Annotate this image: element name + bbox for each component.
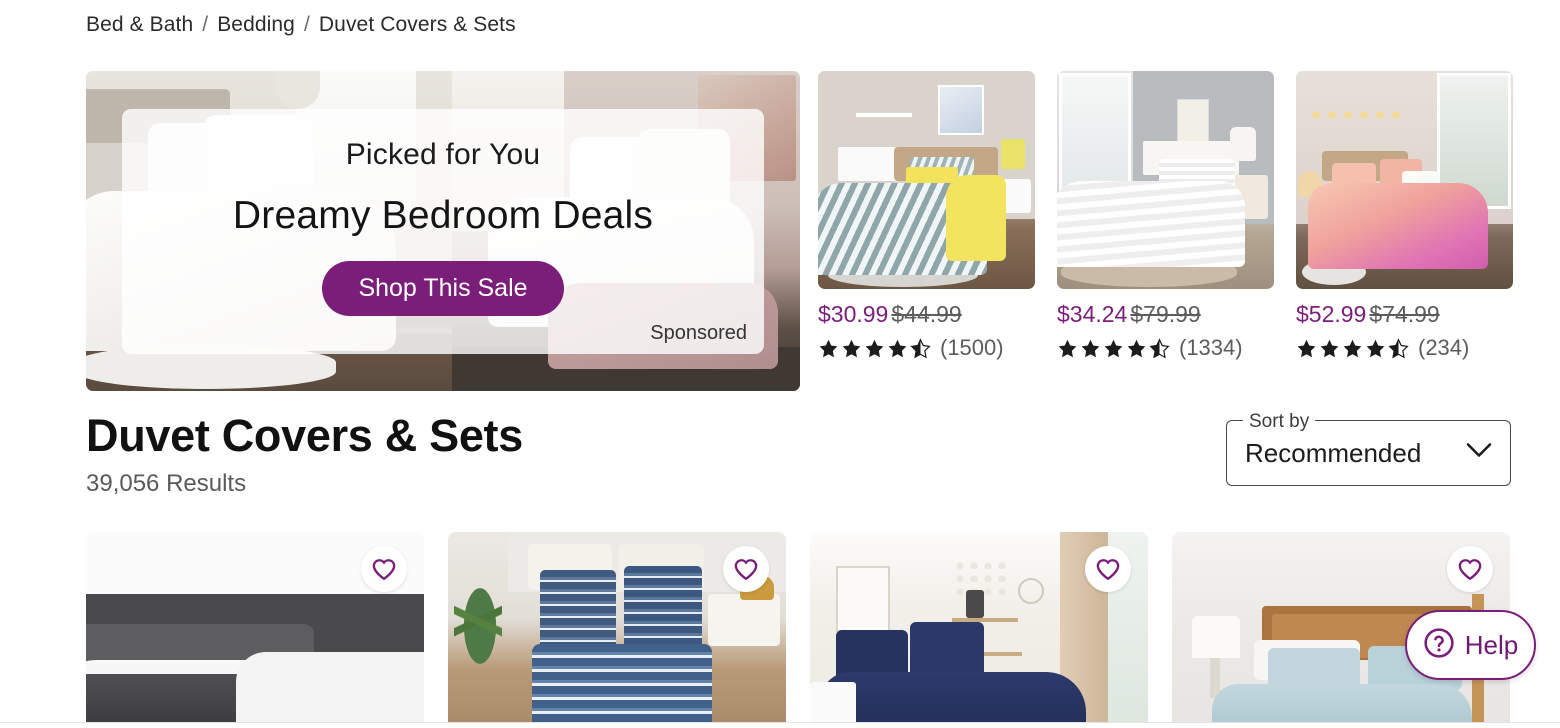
review-count: (1500) xyxy=(940,335,1004,360)
hero-title: Dreamy Bedroom Deals xyxy=(232,194,654,237)
breadcrumb-item-duvet-covers-sets[interactable]: Duvet Covers & Sets xyxy=(319,13,516,36)
star-icon xyxy=(1296,338,1317,359)
star-icon xyxy=(1342,338,1363,359)
half-star-icon xyxy=(1388,337,1409,359)
star-icon xyxy=(1057,338,1078,359)
price-row: $52.99 $74.99 xyxy=(1296,301,1513,328)
sort-by-label: Sort by xyxy=(1243,411,1316,433)
breadcrumb-item-bedding[interactable]: Bedding xyxy=(217,13,295,36)
sponsored-hero-banner[interactable]: Picked for You Dreamy Bedroom Deals Shop… xyxy=(86,71,800,391)
star-icon xyxy=(818,338,839,359)
shop-this-sale-button[interactable]: Shop This Sale xyxy=(322,261,564,316)
question-circle-icon xyxy=(1423,627,1455,664)
sale-price: $30.99 xyxy=(818,301,889,327)
half-star-icon xyxy=(1149,337,1170,359)
heart-icon xyxy=(1096,559,1120,581)
breadcrumb: Bed & Bath / Bedding / Duvet Covers & Sets xyxy=(86,13,516,37)
favorite-heart-button[interactable] xyxy=(1085,546,1131,592)
chevron-down-icon[interactable] xyxy=(1466,443,1492,464)
sponsored-product-list: $30.99 $44.99 (1500) $34.24 $79.99 (1334… xyxy=(818,71,1513,361)
sale-price: $34.24 xyxy=(1057,301,1128,327)
grid-product-card[interactable] xyxy=(810,532,1148,728)
heart-icon xyxy=(734,559,758,581)
product-grid xyxy=(86,532,1510,728)
star-rating xyxy=(1057,337,1172,359)
half-star-icon xyxy=(910,337,931,359)
sponsored-product-card[interactable]: $52.99 $74.99 (234) xyxy=(1296,71,1513,361)
star-icon xyxy=(1103,338,1124,359)
page-bottom-edge xyxy=(0,722,1560,728)
product-image[interactable] xyxy=(818,71,1035,289)
star-icon xyxy=(864,338,885,359)
results-count: 39,056 Results xyxy=(86,470,247,497)
original-price: $74.99 xyxy=(1369,301,1440,327)
original-price: $79.99 xyxy=(1130,301,1201,327)
rating-row: (234) xyxy=(1296,335,1513,361)
grid-product-card[interactable] xyxy=(86,532,424,728)
rating-row: (1500) xyxy=(818,335,1035,361)
heart-icon xyxy=(372,559,396,581)
product-image[interactable] xyxy=(1296,71,1513,289)
star-rating xyxy=(818,337,933,359)
breadcrumb-separator: / xyxy=(202,13,209,36)
page-title: Duvet Covers & Sets xyxy=(86,410,523,461)
price-row: $30.99 $44.99 xyxy=(818,301,1035,328)
hero-kicker: Picked for You xyxy=(345,138,541,171)
hero-overlay-card: Picked for You Dreamy Bedroom Deals Shop… xyxy=(122,109,764,354)
heart-icon xyxy=(1458,559,1482,581)
favorite-heart-button[interactable] xyxy=(1447,546,1493,592)
star-rating xyxy=(1296,337,1411,359)
sort-selected-value: Recommended xyxy=(1245,437,1422,468)
product-listing-page: Bed & Bath / Bedding / Duvet Covers & Sets xyxy=(0,0,1560,728)
original-price: $44.99 xyxy=(891,301,962,327)
star-icon xyxy=(1080,338,1101,359)
price-row: $34.24 $79.99 xyxy=(1057,301,1274,328)
sponsored-label: Sponsored xyxy=(650,322,747,344)
sponsored-product-card[interactable]: $34.24 $79.99 (1334) xyxy=(1057,71,1274,361)
star-icon xyxy=(1365,338,1386,359)
sort-select[interactable]: Sort by Recommended xyxy=(1226,411,1511,486)
star-icon xyxy=(1319,338,1340,359)
product-image[interactable] xyxy=(1057,71,1274,289)
breadcrumb-separator: / xyxy=(303,13,310,36)
help-button[interactable]: Help xyxy=(1405,610,1536,680)
rating-row: (1334) xyxy=(1057,335,1274,361)
sponsored-product-card[interactable]: $30.99 $44.99 (1500) xyxy=(818,71,1035,361)
star-icon xyxy=(841,338,862,359)
favorite-heart-button[interactable] xyxy=(723,546,769,592)
help-label: Help xyxy=(1464,629,1519,660)
star-icon xyxy=(887,338,908,359)
sort-by-control[interactable]: Sort by Recommended xyxy=(1226,411,1511,486)
grid-product-card[interactable] xyxy=(448,532,786,728)
review-count: (1334) xyxy=(1179,335,1243,360)
review-count: (234) xyxy=(1418,335,1470,360)
breadcrumb-item-bed-bath[interactable]: Bed & Bath xyxy=(86,13,193,36)
favorite-heart-button[interactable] xyxy=(361,546,407,592)
sale-price: $52.99 xyxy=(1296,301,1367,327)
star-icon xyxy=(1126,338,1147,359)
